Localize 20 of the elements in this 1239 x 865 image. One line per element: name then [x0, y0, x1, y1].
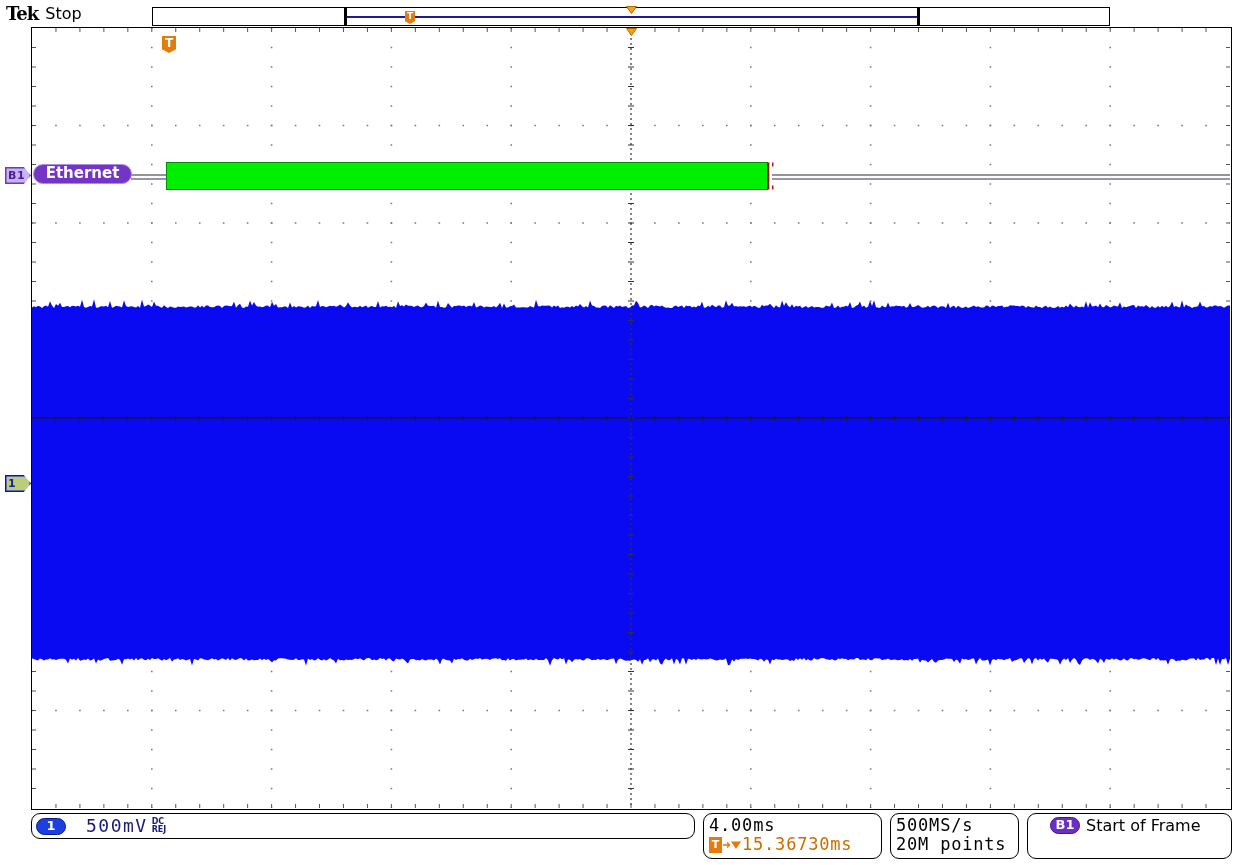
sample-rate: 500MS/s — [896, 816, 974, 835]
trigger-marker: T — [709, 836, 722, 853]
bus-label: Ethernet — [33, 164, 132, 184]
triangle-marker-icon — [626, 6, 637, 14]
trigger-marker: T — [162, 36, 176, 53]
timebase-scale: 4.00ms — [709, 816, 776, 835]
arrow-triangle-icon — [723, 839, 741, 850]
acquisition-state: Stop — [45, 2, 82, 25]
vertical-scale: 500mV — [86, 816, 148, 836]
source-badge: B1 — [1050, 817, 1080, 834]
triangle-marker-icon — [626, 28, 637, 36]
record-length: 20M points — [896, 835, 1007, 854]
channel-badge: 1 — [36, 817, 66, 835]
coupling-label: DC REJ — [151, 818, 167, 834]
channel-marker: 1 — [5, 475, 31, 492]
bus-marker: B1 — [5, 167, 31, 184]
brand-logo: Tek — [6, 2, 39, 25]
trigger-marker: T — [405, 11, 415, 24]
trigger-delay: 15.36730ms — [742, 835, 853, 854]
trigger-type: Start of Frame — [1086, 816, 1201, 835]
